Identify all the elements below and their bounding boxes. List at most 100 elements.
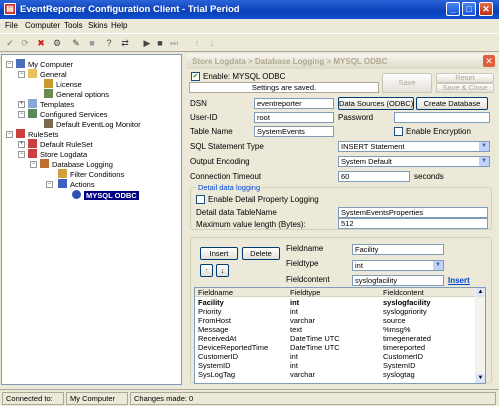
column-fieldtype[interactable]: Fieldtype [290,288,320,297]
check-icon[interactable]: ✔ [4,37,16,49]
expand-toggle[interactable]: − [18,71,25,78]
max-length-label: Maximum value length (Bytes): [196,220,306,229]
enable-checkbox[interactable]: ✔ [191,72,200,81]
tree-item-rulesets[interactable]: RuleSets [16,129,58,139]
fieldname-label: Fieldname [286,244,324,253]
chevron-down-icon: ▼ [479,157,489,166]
expand-toggle[interactable]: − [6,131,13,138]
timeout-input[interactable]: 60 [338,171,410,182]
encryption-checkbox[interactable] [394,127,403,136]
minimize-button[interactable]: _ [446,2,460,16]
scroll-up-icon[interactable]: ▲ [476,288,485,297]
filter-icon [58,169,67,178]
tree-item-default-ruleset[interactable]: Default RuleSet [28,139,93,149]
fieldcontent-input[interactable]: syslogfacility [352,275,444,286]
connect-icon[interactable]: ⚙ [51,37,63,49]
help-icon[interactable]: ? [103,37,115,49]
chevron-down-icon: ▼ [433,261,443,270]
encryption-label: Enable Encryption [406,127,471,136]
expand-toggle[interactable]: − [18,151,25,158]
dsn-input[interactable]: eventreporter [254,98,334,109]
tree-item-database-logging[interactable]: Database Logging [40,159,113,169]
fieldtype-label: Fieldtype [286,259,319,268]
tool-icon[interactable]: ✎ [70,37,82,49]
options-icon [44,89,53,98]
services-icon [28,109,37,118]
insert-property-link[interactable]: Insert [448,276,470,285]
menu-file[interactable]: File [5,21,18,30]
tree-item-general[interactable]: General [28,69,67,79]
tree-item-configured-services[interactable]: Configured Services [28,109,108,119]
expand-toggle[interactable]: − [6,61,13,68]
column-fieldname[interactable]: Fieldname [198,288,233,297]
move-up-arrow-icon[interactable]: ↑ [200,264,213,277]
tree-item-actions[interactable]: Actions [58,179,95,189]
chevron-down-icon: ▼ [479,142,489,151]
move-up-icon[interactable]: ↑ [191,37,203,49]
expand-toggle[interactable]: − [18,111,25,118]
output-encoding-select[interactable]: System Default ▼ [338,156,490,167]
expand-toggle[interactable]: + [18,101,25,108]
stop-square-icon[interactable]: ■ [154,37,166,49]
menu-help[interactable]: Help [111,21,127,30]
max-length-input[interactable]: 512 [338,218,488,229]
sql-type-select[interactable]: INSERT Statement ▼ [338,141,490,152]
status-message: Settings are saved. [189,82,379,93]
insert-field-button[interactable]: Insert [200,247,238,260]
database-icon [40,159,49,168]
actions-icon [58,179,67,188]
move-down-arrow-icon[interactable]: ↓ [216,264,229,277]
column-fieldcontent[interactable]: Fieldcontent [383,288,424,297]
tree-item-store-logdata[interactable]: Store Logdata [28,149,87,159]
fieldtype-select[interactable]: int ▼ [352,260,444,271]
tree-item-general-options[interactable]: General options [44,89,109,99]
folder-icon [28,69,37,78]
create-database-button[interactable]: Create Database [416,97,488,110]
fieldcontent-label: Fieldcontent [286,275,330,284]
detail-table-input[interactable]: SystemEventsProperties [338,207,488,218]
tree-item-license[interactable]: License [44,79,82,89]
changes-made: Changes made: 0 [130,392,496,405]
menu-skins[interactable]: Skins [88,21,108,30]
scroll-down-icon[interactable]: ▼ [476,374,485,383]
title-bar: ▤ EventReporter Configuration Client - T… [0,0,499,19]
reset-button[interactable]: Reset [436,73,494,83]
maximize-button[interactable]: □ [462,2,476,16]
menu-bar: File Computer Tools Skins Help [0,19,499,33]
timeout-label: Connection Timeout [190,172,262,181]
refresh-icon[interactable]: ⟳ [19,37,31,49]
panel-close-icon[interactable]: ✕ [483,55,495,67]
close-button[interactable]: ✕ [479,2,493,16]
tree-item-my-computer[interactable]: My Computer [16,59,73,69]
export-icon[interactable]: ⇄ [119,37,131,49]
window-title: EventReporter Configuration Client - Tri… [20,4,240,15]
save-close-button[interactable]: Save & Close [436,83,494,93]
save-button[interactable]: Save [382,73,432,93]
stop-icon[interactable]: ✖ [35,37,47,49]
password-input[interactable] [394,112,490,123]
detail-enable-checkbox[interactable] [196,195,205,204]
userid-label: User-ID [190,113,218,122]
expand-toggle[interactable]: − [46,181,53,188]
table-name-input[interactable]: SystemEvents [254,126,334,137]
tree-item-templates[interactable]: Templates [28,99,74,109]
fieldname-input[interactable]: Facility [352,244,444,255]
delete-field-button[interactable]: Delete [242,247,280,260]
tree-item-filter-conditions[interactable]: Filter Conditions [58,169,124,179]
disk-icon[interactable]: ■ [86,37,98,49]
restart-icon[interactable]: ⏭ [168,37,180,49]
tree-item-mysql-odbc[interactable]: MYSQL ODBC [72,190,139,200]
tree-item-default-monitor[interactable]: Default EventLog Monitor [44,119,141,129]
data-sources-button[interactable]: Data Sources (ODBC) [338,97,414,110]
menu-computer[interactable]: Computer [25,21,60,30]
expand-toggle[interactable]: − [30,161,37,168]
toolbar: ✔ ⟳ ✖ ⚙ ✎ ■ ? ⇄ ▶ ■ ⏭ ↑ ↓ [0,33,499,52]
expand-toggle[interactable]: + [18,141,25,148]
grid-scrollbar[interactable]: ▲ ▼ [475,288,485,383]
timeout-unit: seconds [414,172,444,181]
grid-header: Fieldname Fieldtype Fieldcontent [195,288,475,297]
play-icon[interactable]: ▶ [141,37,153,49]
move-down-icon[interactable]: ↓ [206,37,218,49]
userid-input[interactable]: root [254,112,334,123]
menu-tools[interactable]: Tools [64,21,83,30]
